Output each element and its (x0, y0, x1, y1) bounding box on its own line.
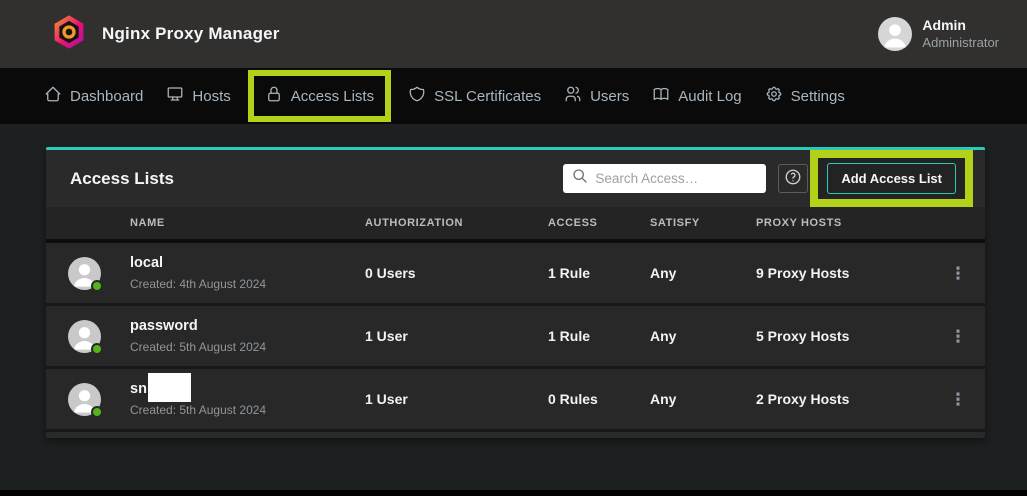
column-header-proxy-hosts: PROXY HOSTS (756, 217, 948, 229)
nav-label: Settings (791, 88, 845, 105)
access-lists-panel: Access Lists Add Access List NAM (46, 147, 985, 438)
nav-item-ssl-certificates[interactable]: SSL Certificates (408, 85, 541, 107)
table-row[interactable]: sn Created: 5th August 2024 1 User 0 Rul… (46, 369, 985, 432)
access-list-avatar (68, 320, 101, 353)
user-menu[interactable]: Admin Administrator (878, 17, 999, 51)
access-value: 0 Rules (548, 391, 650, 407)
brand: Nginx Proxy Manager (50, 13, 280, 56)
row-menu-button[interactable]: ⋮ (948, 265, 968, 282)
row-menu-button[interactable]: ⋮ (948, 328, 968, 345)
table-header: NAME AUTHORIZATION ACCESS SATISFY PROXY … (46, 207, 985, 243)
column-header-authorization: AUTHORIZATION (365, 217, 548, 229)
table-row[interactable]: password Created: 5th August 2024 1 User… (46, 306, 985, 369)
add-access-list-button[interactable]: Add Access List (827, 163, 956, 194)
shield-icon (408, 85, 426, 107)
nav-item-audit-log[interactable]: Audit Log (652, 85, 741, 107)
proxy-hosts-value: 2 Proxy Hosts (756, 391, 948, 407)
authorization-value: 0 Users (365, 265, 548, 281)
annotation-highlight-add-access-list: Add Access List (810, 150, 973, 207)
user-name: Admin (922, 17, 999, 35)
satisfy-value: Any (650, 328, 756, 344)
nav-label: Users (590, 88, 629, 105)
book-icon (652, 85, 670, 107)
access-list-created: Created: 4th August 2024 (130, 277, 266, 291)
search-icon (572, 168, 588, 189)
panel-footer (46, 432, 985, 438)
nav-label: Audit Log (678, 88, 741, 105)
app-title: Nginx Proxy Manager (102, 24, 280, 44)
online-status-dot (91, 343, 103, 355)
help-icon (784, 168, 802, 189)
panel-header: Access Lists Add Access List (46, 150, 985, 207)
access-list-name: sn (130, 381, 147, 398)
gear-icon (765, 85, 783, 107)
user-role: Administrator (922, 35, 999, 51)
monitor-icon (166, 85, 184, 107)
nav-item-dashboard[interactable]: Dashboard (44, 85, 143, 107)
search-box (563, 164, 766, 193)
nav-item-access-lists[interactable]: Access Lists (248, 70, 391, 122)
bottom-strip (0, 490, 1027, 496)
column-header-satisfy: SATISFY (650, 217, 756, 229)
access-list-name: password (130, 318, 198, 335)
online-status-dot (91, 280, 103, 292)
nav-item-hosts[interactable]: Hosts (166, 85, 230, 107)
access-value: 1 Rule (548, 328, 650, 344)
access-list-avatar (68, 257, 101, 290)
user-avatar (878, 17, 912, 51)
proxy-hosts-value: 5 Proxy Hosts (756, 328, 948, 344)
lock-icon (265, 85, 283, 107)
search-input[interactable] (595, 171, 757, 186)
access-list-created: Created: 5th August 2024 (130, 403, 266, 417)
nav-label: Access Lists (291, 88, 374, 105)
access-list-name: local (130, 255, 163, 272)
authorization-value: 1 User (365, 391, 548, 407)
authorization-value: 1 User (365, 328, 548, 344)
home-icon (44, 85, 62, 107)
nav-item-users[interactable]: Users (564, 85, 629, 107)
nav-label: SSL Certificates (434, 88, 541, 105)
users-icon (564, 85, 582, 107)
nav-item-settings[interactable]: Settings (765, 85, 845, 107)
app-header: Nginx Proxy Manager Admin Administrator (0, 0, 1027, 68)
column-header-access: ACCESS (548, 217, 650, 229)
access-value: 1 Rule (548, 265, 650, 281)
access-list-avatar (68, 383, 101, 416)
nginx-proxy-manager-logo-icon (50, 13, 88, 56)
table-row[interactable]: local Created: 4th August 2024 0 Users 1… (46, 243, 985, 306)
satisfy-value: Any (650, 391, 756, 407)
proxy-hosts-value: 9 Proxy Hosts (756, 265, 948, 281)
row-menu-button[interactable]: ⋮ (948, 391, 968, 408)
help-button[interactable] (778, 164, 808, 193)
redaction-box (148, 373, 191, 402)
column-header-name: NAME (46, 217, 365, 229)
main-nav: Dashboard Hosts Access Lists SSL Certifi… (0, 68, 1027, 124)
nav-label: Hosts (192, 88, 230, 105)
page-title: Access Lists (70, 169, 563, 189)
nav-label: Dashboard (70, 88, 143, 105)
online-status-dot (91, 406, 103, 418)
satisfy-value: Any (650, 265, 756, 281)
access-list-created: Created: 5th August 2024 (130, 340, 266, 354)
